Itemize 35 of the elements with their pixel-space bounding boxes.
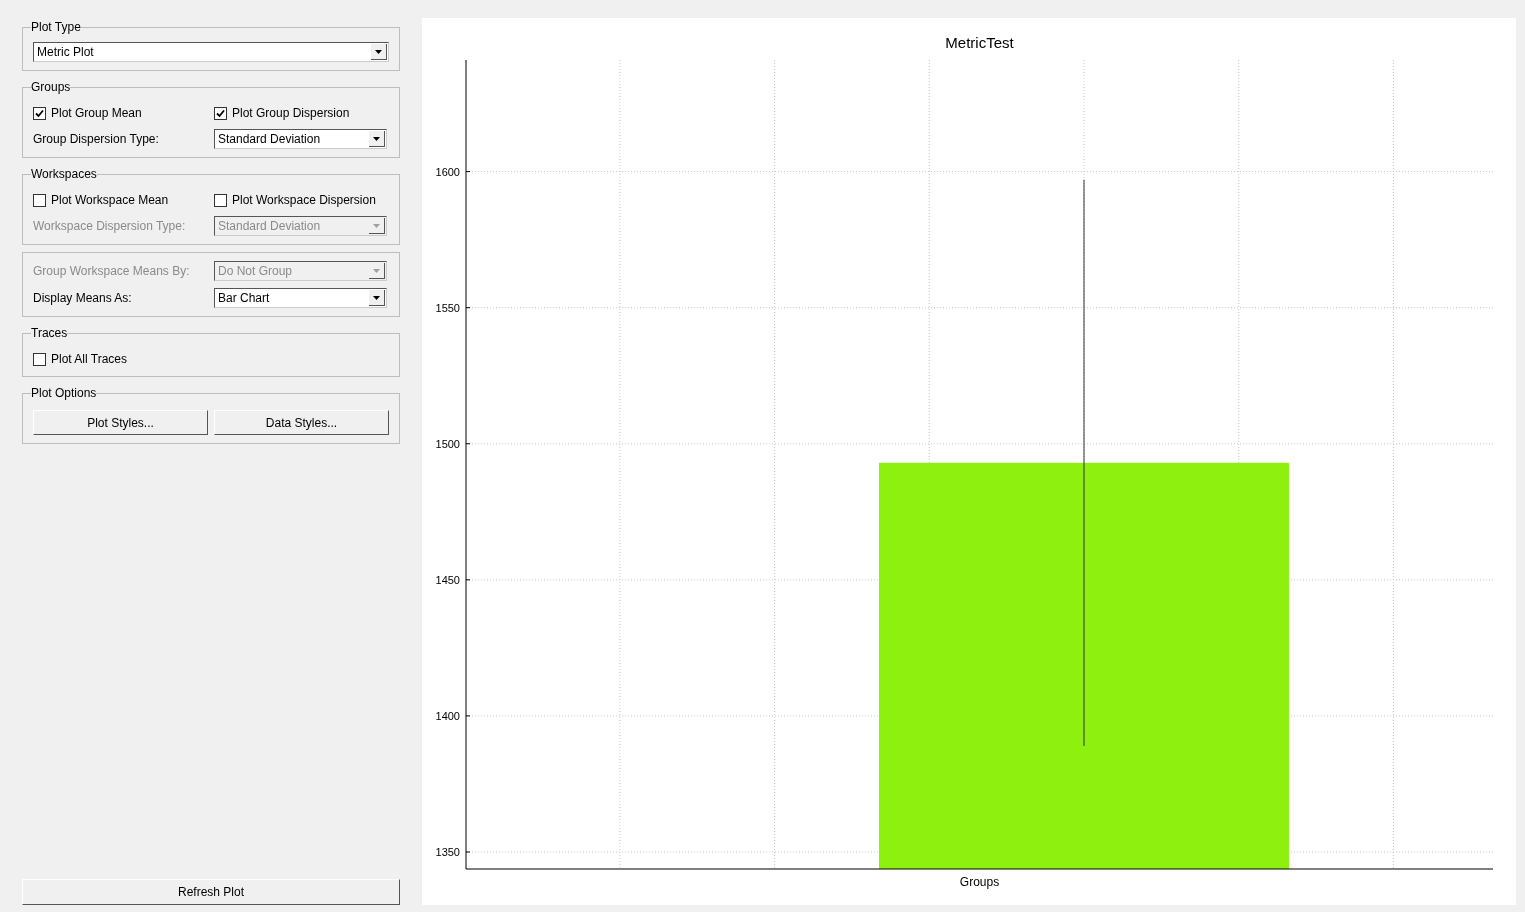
field-label: Workspace Dispersion Type: [33, 218, 187, 235]
checkbox[interactable] [214, 106, 227, 120]
refresh-plot-button[interactable]: Refresh Plot [22, 879, 400, 905]
checkbox[interactable] [33, 352, 46, 366]
group-title: Groups [31, 79, 71, 96]
checkbox[interactable] [33, 106, 46, 120]
checkmark-icon [216, 108, 225, 118]
group-title: Traces [31, 325, 68, 342]
group-title: Plot Type [31, 19, 81, 36]
x-category-label: Groups [959, 875, 1000, 889]
chart-title: MetricTest [945, 34, 1014, 51]
checkbox-label: Plot Group Mean [51, 105, 142, 122]
y-tick-label: 1550 [435, 301, 460, 314]
checkbox[interactable] [33, 193, 46, 207]
checkmark-icon [35, 108, 44, 118]
dropdown[interactable]: Metric Plot [33, 42, 389, 62]
y-tick-label: 1350 [435, 846, 460, 858]
checkbox-label: Plot Workspace Mean [51, 192, 169, 209]
checkbox-label: Plot Workspace Dispersion [232, 192, 376, 209]
group-title: Workspaces [31, 166, 97, 183]
y-tick-label: 1400 [435, 709, 460, 722]
group-title: Plot Options [31, 385, 97, 402]
field-label: Display Means As: [33, 290, 133, 307]
field-label: Group Dispersion Type: [33, 131, 160, 148]
y-tick-label: 1600 [435, 165, 460, 178]
checkbox[interactable] [214, 193, 227, 207]
dropdown[interactable]: Standard Deviation [214, 129, 387, 149]
checkbox-label: Plot Group Dispersion [232, 105, 350, 122]
y-tick-label: 1500 [435, 437, 460, 450]
options-button[interactable]: Data Styles... [214, 410, 389, 435]
dropdown[interactable]: Bar Chart [214, 288, 387, 308]
y-tick-label: 1450 [435, 573, 460, 586]
checkbox-label: Plot All Traces [51, 351, 128, 368]
field-label: Group Workspace Means By: [33, 263, 191, 280]
options-button[interactable]: Plot Styles... [33, 410, 208, 435]
